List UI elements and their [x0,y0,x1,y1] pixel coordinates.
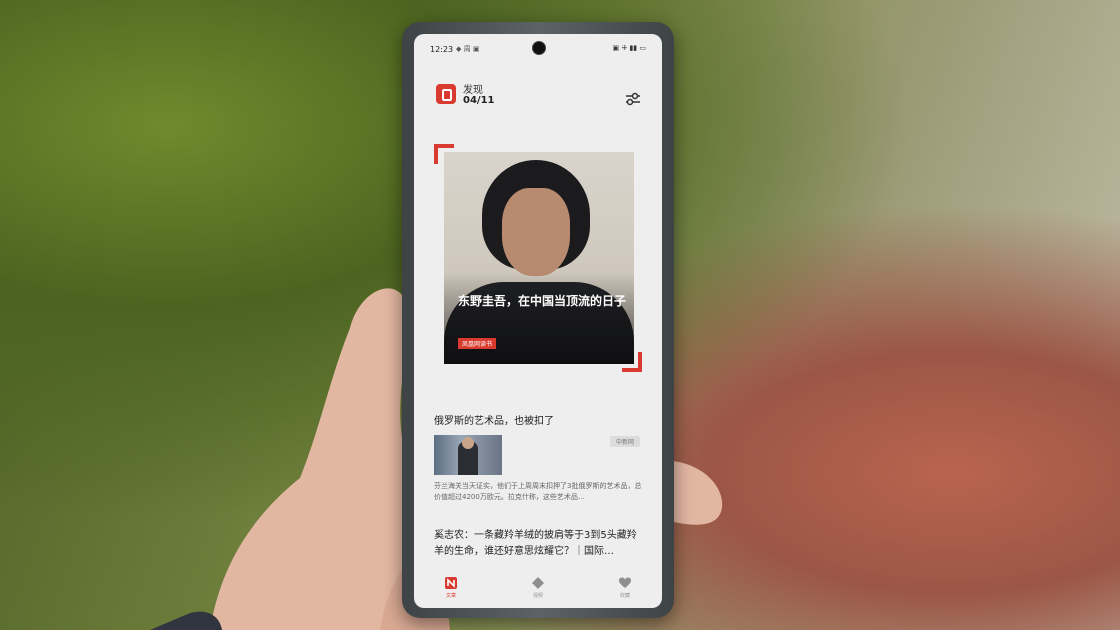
bottom-nav: 文章 视频 收藏 [414,572,662,608]
n-logo-icon [445,577,457,589]
nav-tab-favorites[interactable]: 收藏 [600,576,650,599]
app-logo-icon [436,84,456,104]
app-screen: 12:23 ◆ 周 ▣ ▣ ⁜ ▮▮ ▭ 发现 04/11 东野圭吾，在中国当顶… [414,34,662,608]
front-camera [532,41,546,55]
phone: 12:23 ◆ 周 ▣ ▣ ⁜ ▮▮ ▭ 发现 04/11 东野圭吾，在中国当顶… [402,22,674,618]
heart-icon [619,577,631,588]
diamond-icon [532,577,544,589]
article-snippet: 芬兰海关当天证实，他们于上周周末扣押了3批俄罗斯的艺术品，总价值超过4200万欧… [434,482,642,501]
status-bar: 12:23 ◆ 周 ▣ ▣ ⁜ ▮▮ ▭ [414,34,662,60]
article-title[interactable]: 俄罗斯的艺术品，也被扣了 [434,412,554,427]
system-status-icons: ▣ ⁜ ▮▮ ▭ [612,44,646,52]
hero-photo-shade [444,272,634,364]
notification-icons: ◆ 周 ▣ [456,45,480,53]
nav-label: 视频 [532,593,543,599]
article-title[interactable]: 奚志农：一条藏羚羊绒的披肩等于3到5头藏羚羊的生命，谁还好意思炫耀它？｜国际… [434,528,646,560]
hero-card[interactable]: 东野圭吾，在中国当顶流的日子 凤凰网读书 [444,152,634,364]
hero-photo-face [502,188,570,276]
source-badge: 凤凰网读书 [458,338,497,349]
nav-tab-videos[interactable]: 视频 [513,576,563,599]
hero-title: 东野圭吾，在中国当顶流的日子 [458,294,627,308]
status-time: 12:23 [430,45,454,54]
article-thumbnail[interactable] [434,435,502,475]
article-source-tag: 中新网 [610,436,641,447]
nav-tab-articles[interactable]: 文章 [426,576,476,599]
filter-settings-icon[interactable] [624,90,642,108]
page-counter: 04/11 [463,95,495,106]
nav-label: 文章 [445,593,456,599]
page-title: 发现 [463,85,483,96]
card-corner-bottom-right [622,352,642,372]
thumbnail-head [462,437,474,449]
nav-label: 收藏 [619,593,630,599]
